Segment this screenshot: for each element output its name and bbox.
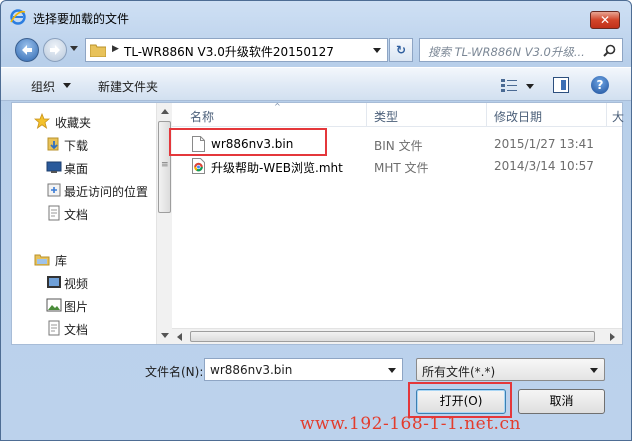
- view-dropdown-icon[interactable]: [526, 84, 534, 89]
- desktop-icon: [46, 161, 62, 173]
- navigation-pane: 收藏夹 下载 桌面 最近访问的位置 文档 库 视频 图片 文档 ≡: [12, 103, 172, 344]
- navigation-bar: ▶ TL-WR886N V3.0升级软件20150127 ↻ 搜索 TL-WR8…: [1, 33, 631, 67]
- forward-button[interactable]: [43, 38, 67, 62]
- filename-value[interactable]: wr886nv3.bin: [210, 363, 292, 377]
- nav-libraries[interactable]: 库: [12, 249, 157, 269]
- nav-videos[interactable]: 视频: [12, 272, 157, 292]
- cancel-button[interactable]: 取消: [518, 389, 605, 414]
- organize-button[interactable]: 组织: [31, 78, 55, 95]
- address-bar[interactable]: ▶ TL-WR886N V3.0升级软件20150127: [85, 38, 388, 62]
- back-arrow-icon: [22, 45, 32, 55]
- download-folder-icon: [47, 137, 59, 151]
- file-modified: 2015/1/27 13:41: [494, 137, 594, 151]
- refresh-icon: ↻: [395, 43, 407, 57]
- nav-item-label: 文档: [64, 323, 89, 337]
- nav-item-label: 视频: [64, 277, 89, 291]
- filetype-select[interactable]: 所有文件(*.*): [416, 358, 605, 381]
- column-divider[interactable]: [606, 103, 607, 127]
- help-glyph: ?: [596, 78, 604, 92]
- library-icon: [34, 254, 50, 266]
- nav-pictures[interactable]: 图片: [12, 295, 157, 315]
- breadcrumb-separator-icon[interactable]: ▶: [112, 44, 119, 54]
- title-bar: 选择要加载的文件 ✕: [1, 1, 631, 33]
- column-modified[interactable]: 修改日期: [494, 108, 542, 125]
- filename-input[interactable]: wr886nv3.bin: [204, 358, 403, 381]
- nav-documents-fav[interactable]: 文档: [12, 203, 157, 223]
- command-toolbar: 组织 新建文件夹 ?: [1, 67, 631, 101]
- new-folder-button[interactable]: 新建文件夹: [98, 78, 158, 95]
- watermark: www.192-168-1-1.net.cn: [300, 414, 521, 434]
- nav-favorites[interactable]: 收藏夹: [12, 111, 157, 131]
- search-box[interactable]: 搜索 TL-WR886N V3.0升级...: [419, 38, 623, 62]
- horizontal-scrollbar[interactable]: [172, 328, 622, 344]
- history-dropdown-icon[interactable]: [70, 46, 78, 52]
- column-header: ^ 名称 类型 修改日期 大: [172, 102, 624, 127]
- sort-ascending-icon: ^: [274, 102, 281, 111]
- scroll-down-icon[interactable]: [161, 333, 169, 338]
- file-name: 升级帮助-WEB浏览.mht: [211, 161, 343, 175]
- view-options-icon[interactable]: [501, 78, 517, 92]
- nav-documents-lib[interactable]: 文档: [12, 318, 157, 338]
- video-icon: [47, 276, 61, 288]
- recent-places-icon: [47, 183, 61, 197]
- folder-icon: [90, 44, 106, 57]
- help-icon[interactable]: ?: [591, 76, 609, 94]
- address-path[interactable]: TL-WR886N V3.0升级软件20150127: [124, 43, 334, 60]
- nav-recent-places[interactable]: 最近访问的位置: [12, 180, 157, 200]
- document-icon: [48, 205, 60, 221]
- scroll-right-icon[interactable]: [610, 333, 615, 341]
- nav-downloads[interactable]: 下载: [12, 134, 157, 154]
- filetype-dropdown-icon[interactable]: [590, 368, 598, 373]
- ie-icon: [10, 9, 26, 25]
- horizontal-scroll-thumb[interactable]: [190, 331, 595, 342]
- nav-desktop[interactable]: 桌面: [12, 157, 157, 177]
- back-button[interactable]: [15, 38, 39, 62]
- close-icon: ✕: [599, 13, 611, 27]
- window-title: 选择要加载的文件: [33, 12, 130, 26]
- column-divider[interactable]: [486, 103, 487, 127]
- document-icon: [48, 320, 60, 336]
- highlight-box-file: [169, 128, 327, 156]
- file-type: BIN 文件: [374, 139, 423, 153]
- highlight-box-open: [408, 382, 512, 418]
- column-size[interactable]: 大: [612, 108, 624, 125]
- column-divider[interactable]: [366, 103, 367, 127]
- picture-icon: [46, 298, 62, 312]
- file-modified: 2014/3/14 10:57: [494, 159, 594, 173]
- nav-favorites-label: 收藏夹: [55, 116, 92, 130]
- nav-item-label: 图片: [64, 300, 89, 314]
- nav-item-label: 桌面: [64, 162, 89, 176]
- nav-item-label: 下载: [64, 139, 89, 153]
- search-icon[interactable]: [603, 44, 616, 57]
- chevron-down-icon[interactable]: [63, 83, 71, 88]
- column-type[interactable]: 类型: [374, 108, 398, 125]
- close-button[interactable]: ✕: [590, 11, 620, 29]
- refresh-button[interactable]: ↻: [389, 38, 413, 62]
- file-type: MHT 文件: [374, 161, 429, 175]
- nav-item-label: 文档: [64, 208, 89, 222]
- nav-item-label: 最近访问的位置: [64, 185, 149, 199]
- scroll-up-icon[interactable]: [161, 109, 169, 114]
- grip-icon: ≡: [161, 160, 169, 170]
- file-row[interactable]: 升级帮助-WEB浏览.mht MHT 文件 2014/3/14 10:57: [172, 155, 622, 177]
- forward-arrow-icon: [50, 45, 60, 55]
- preview-pane-icon[interactable]: [553, 77, 569, 93]
- file-open-dialog: 选择要加载的文件 ✕ ▶ TL-WR886N V3.0升级软件20150127 …: [0, 0, 632, 441]
- search-placeholder[interactable]: 搜索 TL-WR886N V3.0升级...: [428, 44, 585, 60]
- address-dropdown-icon[interactable]: [373, 48, 381, 53]
- star-icon: [34, 113, 50, 129]
- filetype-value: 所有文件(*.*): [422, 365, 496, 379]
- scroll-left-icon[interactable]: [177, 333, 182, 341]
- filename-label: 文件名(N):: [145, 365, 204, 379]
- filename-dropdown-icon[interactable]: [388, 368, 396, 373]
- chrome-file-icon: [192, 158, 205, 174]
- column-name[interactable]: 名称: [190, 108, 214, 125]
- nav-libraries-label: 库: [55, 254, 68, 268]
